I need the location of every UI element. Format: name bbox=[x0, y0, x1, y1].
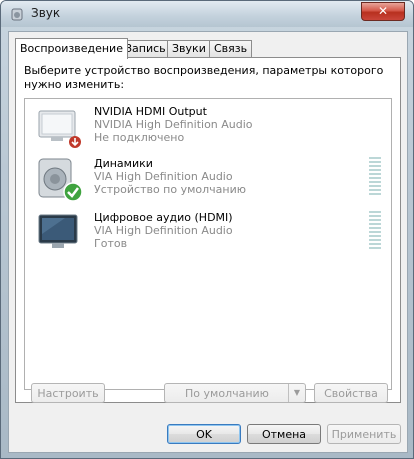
close-button[interactable]: ✕ bbox=[361, 2, 405, 21]
tab-playback[interactable]: Воспроизведение bbox=[15, 38, 128, 59]
apply-button[interactable]: Применить bbox=[327, 424, 401, 444]
level-meter bbox=[369, 211, 381, 251]
device-digital-audio-hdmi[interactable]: Цифровое аудио (HDMI) VIA High Definitio… bbox=[25, 209, 391, 261]
device-driver: VIA High Definition Audio bbox=[94, 170, 233, 183]
sound-dialog: Звук ✕ Воспроизведение Запись Звуки Связ… bbox=[0, 0, 414, 459]
properties-button[interactable]: Свойства bbox=[314, 383, 388, 403]
device-driver: NVIDIA High Definition Audio bbox=[94, 118, 253, 131]
device-nvidia-hdmi[interactable]: NVIDIA HDMI Output NVIDIA High Definitio… bbox=[25, 103, 391, 155]
set-default-button[interactable]: По умолчанию ▼ bbox=[164, 383, 306, 403]
device-list[interactable]: NVIDIA HDMI Output NVIDIA High Definitio… bbox=[24, 98, 392, 390]
tab-sounds[interactable]: Звуки bbox=[167, 40, 211, 57]
dialog-body: Воспроизведение Запись Звуки Связь Выбер… bbox=[8, 31, 408, 453]
set-default-label: По умолчанию bbox=[185, 387, 269, 400]
device-status: Готов bbox=[94, 237, 128, 250]
device-status: Не подключено bbox=[94, 131, 185, 144]
cancel-button[interactable]: Отмена bbox=[247, 424, 321, 444]
ok-button[interactable]: OK bbox=[167, 424, 241, 444]
speaker-default-icon bbox=[38, 158, 83, 202]
playback-panel: Выберите устройство воспроизведения, пар… bbox=[15, 57, 401, 403]
instruction-text: Выберите устройство воспроизведения, пар… bbox=[24, 64, 384, 91]
title-bar[interactable]: Звук ✕ bbox=[1, 1, 413, 27]
monitor-icon bbox=[38, 214, 78, 248]
window-title: Звук bbox=[31, 6, 61, 20]
level-meter bbox=[369, 157, 381, 197]
close-icon: ✕ bbox=[377, 4, 389, 18]
speaker-app-icon bbox=[11, 8, 23, 21]
device-name: NVIDIA HDMI Output bbox=[94, 105, 207, 118]
device-status: Устройство по умолчанию bbox=[94, 183, 247, 196]
monitor-disconnected-icon bbox=[38, 110, 81, 148]
device-name: Динамики bbox=[94, 157, 153, 170]
tab-communications[interactable]: Связь bbox=[209, 40, 253, 57]
configure-button[interactable]: Настроить bbox=[31, 383, 105, 403]
chevron-down-icon[interactable]: ▼ bbox=[288, 384, 305, 402]
device-name: Цифровое аудио (HDMI) bbox=[94, 211, 233, 224]
device-speakers[interactable]: Динамики VIA High Definition Audio Устро… bbox=[25, 155, 391, 207]
device-driver: VIA High Definition Audio bbox=[94, 224, 233, 237]
